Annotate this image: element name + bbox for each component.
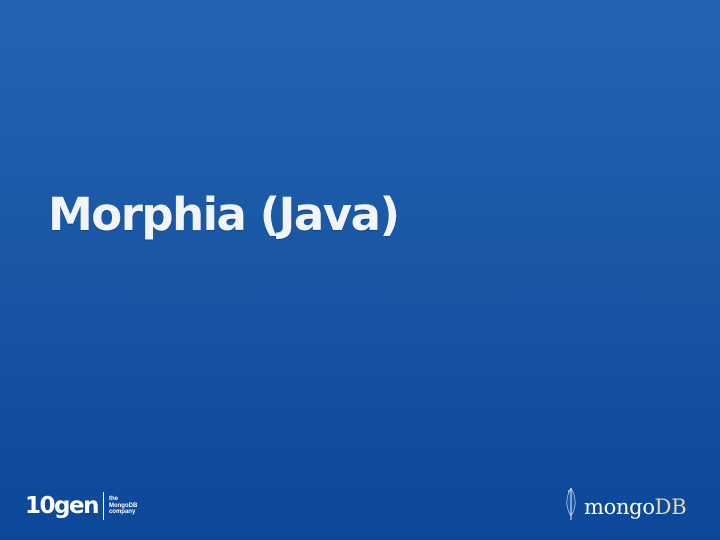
mongodb-wordmark: mongoDB: [584, 494, 687, 519]
10gen-logo: 10gen the MongoDB company: [25, 490, 137, 522]
logo-divider: [102, 492, 104, 520]
tagline-line-3: company: [108, 509, 136, 516]
10gen-tagline: the MongoDB company: [109, 496, 137, 516]
10gen-wordmark: 10gen: [25, 492, 99, 519]
mongodb-logo: mongoDB: [564, 484, 687, 524]
slide-title: Morphia (Java): [48, 188, 400, 241]
db-text: DB: [654, 494, 687, 519]
leaf-icon: [566, 487, 576, 520]
mongo-text: mongo: [584, 494, 655, 519]
